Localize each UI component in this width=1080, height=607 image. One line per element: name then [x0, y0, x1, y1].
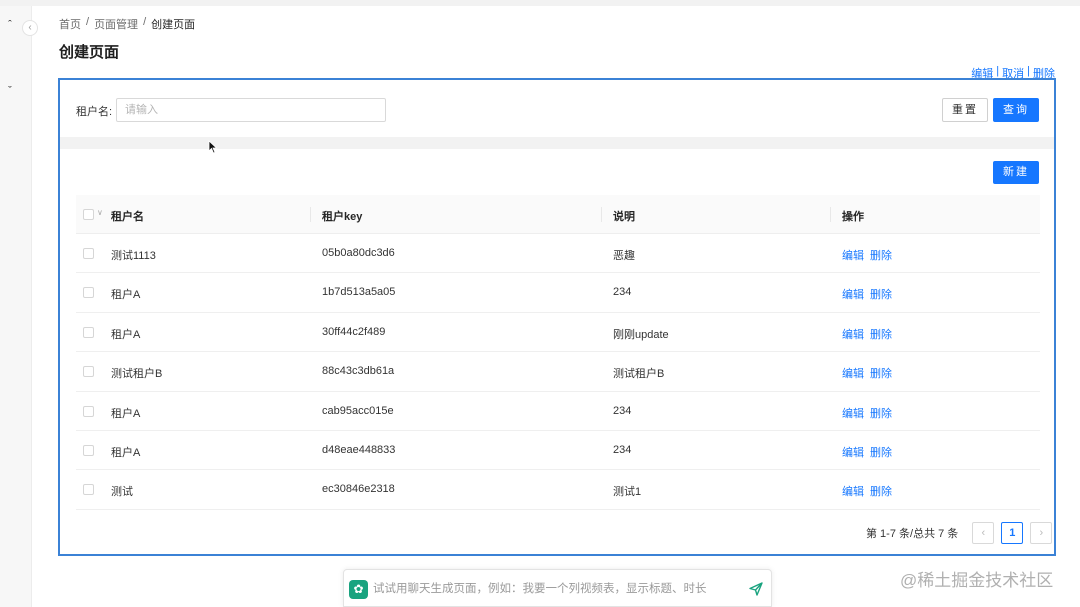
row-edit-link[interactable]: 编辑 — [842, 486, 864, 498]
tenant-name-label: 租户名: — [76, 106, 113, 118]
column-divider — [310, 207, 311, 222]
column-header-actions: 操作 — [842, 211, 864, 223]
cell-description: 测试1 — [613, 486, 642, 499]
cell-tenant-key: d48eae448833 — [322, 443, 396, 456]
row-checkbox[interactable] — [83, 405, 94, 417]
row-delete-link[interactable]: 删除 — [870, 447, 892, 459]
cell-description: 234 — [613, 286, 632, 299]
table-row: 测试1113 05b0a80dc3d6 恶趣 编辑 删除 — [76, 234, 1040, 274]
row-edit-link[interactable]: 编辑 — [842, 329, 864, 341]
filter-form: 租户名: 重置 查询 — [76, 98, 1039, 122]
breadcrumb-item-current: 创建页面 — [151, 19, 196, 31]
breadcrumb-item-home[interactable]: 首页 — [59, 16, 81, 32]
chatgpt-logo-icon: ✿ — [349, 580, 368, 599]
chat-input[interactable] — [373, 579, 733, 599]
chat-input-bar: ✿ — [343, 569, 772, 607]
tenant-name-input[interactable] — [116, 98, 386, 122]
table-header: ∨ 租户名 租户key 说明 操作 — [76, 195, 1040, 234]
query-button[interactable]: 查询 — [993, 98, 1039, 122]
mouse-cursor-icon — [208, 140, 218, 154]
cell-description: 234 — [613, 404, 632, 417]
cell-tenant-name: 租户A — [111, 446, 141, 459]
cell-tenant-key: 30ff44c2f489 — [322, 325, 386, 338]
sidebar: ˆ ˇ — [0, 6, 32, 607]
pagination: 第 1-7 条/总共 7 条 ‹ 1 › — [866, 522, 1053, 544]
prev-page-button[interactable]: ‹ — [972, 522, 995, 544]
next-page-button[interactable]: › — [1030, 522, 1053, 544]
row-delete-link[interactable]: 删除 — [870, 250, 892, 262]
column-divider — [830, 207, 831, 222]
cell-tenant-name: 租户A — [111, 328, 141, 341]
page-title: 创建页面 — [59, 44, 120, 61]
cell-tenant-key: ec30846e2318 — [322, 483, 395, 496]
row-delete-link[interactable]: 删除 — [870, 486, 892, 498]
breadcrumb-separator: / — [86, 16, 90, 28]
chevron-up-icon[interactable]: ˆ — [5, 20, 15, 31]
new-button[interactable]: 新建 — [993, 161, 1039, 184]
cell-description: 刚刚update — [613, 328, 669, 341]
column-divider — [601, 207, 602, 222]
cell-tenant-key: 05b0a80dc3d6 — [322, 247, 395, 259]
chevron-down-icon[interactable]: ∨ — [97, 208, 103, 217]
pagination-total: 第 1-7 条/总共 7 条 — [866, 528, 959, 540]
tenant-table: ∨ 租户名 租户key 说明 操作 测试1113 05b0a80dc3d6 恶趣… — [76, 195, 1040, 510]
cell-tenant-name: 测试 — [111, 486, 133, 499]
chevron-down-icon[interactable]: ˇ — [5, 86, 15, 97]
table-row: 测试租户B 88c43c3db61a 测试租户B 编辑 删除 — [76, 352, 1040, 392]
column-header-tenant-name: 租户名 — [111, 211, 144, 223]
select-all-checkbox[interactable] — [83, 209, 94, 220]
cell-tenant-key: 88c43c3db61a — [322, 365, 395, 378]
cell-description: 恶趣 — [613, 250, 635, 262]
page-number-button[interactable]: 1 — [1001, 522, 1024, 544]
cell-description: 测试租户B — [613, 368, 665, 381]
row-checkbox[interactable] — [83, 366, 94, 378]
cell-description: 234 — [613, 443, 632, 456]
watermark: @稀土掘金技术社区 — [900, 571, 1054, 590]
send-icon[interactable] — [748, 581, 764, 597]
cell-tenant-name: 测试1113 — [111, 250, 156, 262]
row-delete-link[interactable]: 删除 — [870, 289, 892, 301]
row-checkbox[interactable] — [83, 248, 94, 259]
table-row: 租户A d48eae448833 234 编辑 删除 — [76, 431, 1040, 471]
breadcrumb-separator: / — [143, 16, 147, 28]
sidebar-collapse-button[interactable]: ‹ — [22, 20, 38, 36]
reset-button[interactable]: 重置 — [942, 98, 988, 122]
row-edit-link[interactable]: 编辑 — [842, 368, 864, 380]
table-row: 租户A 1b7d513a5a05 234 编辑 删除 — [76, 273, 1040, 313]
row-delete-link[interactable]: 删除 — [870, 408, 892, 420]
table-row: 租户A cab95acc015e 234 编辑 删除 — [76, 392, 1040, 431]
row-delete-link[interactable]: 删除 — [870, 329, 892, 341]
row-edit-link[interactable]: 编辑 — [842, 447, 864, 459]
row-delete-link[interactable]: 删除 — [870, 368, 892, 380]
cell-tenant-name: 租户A — [111, 289, 141, 302]
row-checkbox[interactable] — [83, 326, 94, 338]
row-checkbox[interactable] — [83, 444, 94, 456]
row-checkbox[interactable] — [83, 287, 94, 299]
row-edit-link[interactable]: 编辑 — [842, 408, 864, 420]
row-edit-link[interactable]: 编辑 — [842, 289, 864, 301]
cell-tenant-name: 租户A — [111, 407, 141, 420]
cell-tenant-name: 测试租户B — [111, 368, 163, 381]
cell-tenant-key: 1b7d513a5a05 — [322, 286, 396, 299]
column-header-tenant-key: 租户key — [322, 211, 363, 223]
table-row: 租户A 30ff44c2f489 刚刚update 编辑 删除 — [76, 313, 1040, 353]
cell-tenant-key: cab95acc015e — [322, 404, 394, 417]
table-row: 测试 ec30846e2318 测试1 编辑 删除 — [76, 470, 1040, 510]
column-header-description: 说明 — [613, 211, 635, 223]
breadcrumb: 首页 / 页面管理 / 创建页面 — [59, 16, 195, 32]
row-checkbox[interactable] — [83, 484, 94, 496]
top-strip — [0, 0, 1080, 6]
breadcrumb-item-page-management[interactable]: 页面管理 — [94, 16, 138, 32]
row-edit-link[interactable]: 编辑 — [842, 250, 864, 262]
